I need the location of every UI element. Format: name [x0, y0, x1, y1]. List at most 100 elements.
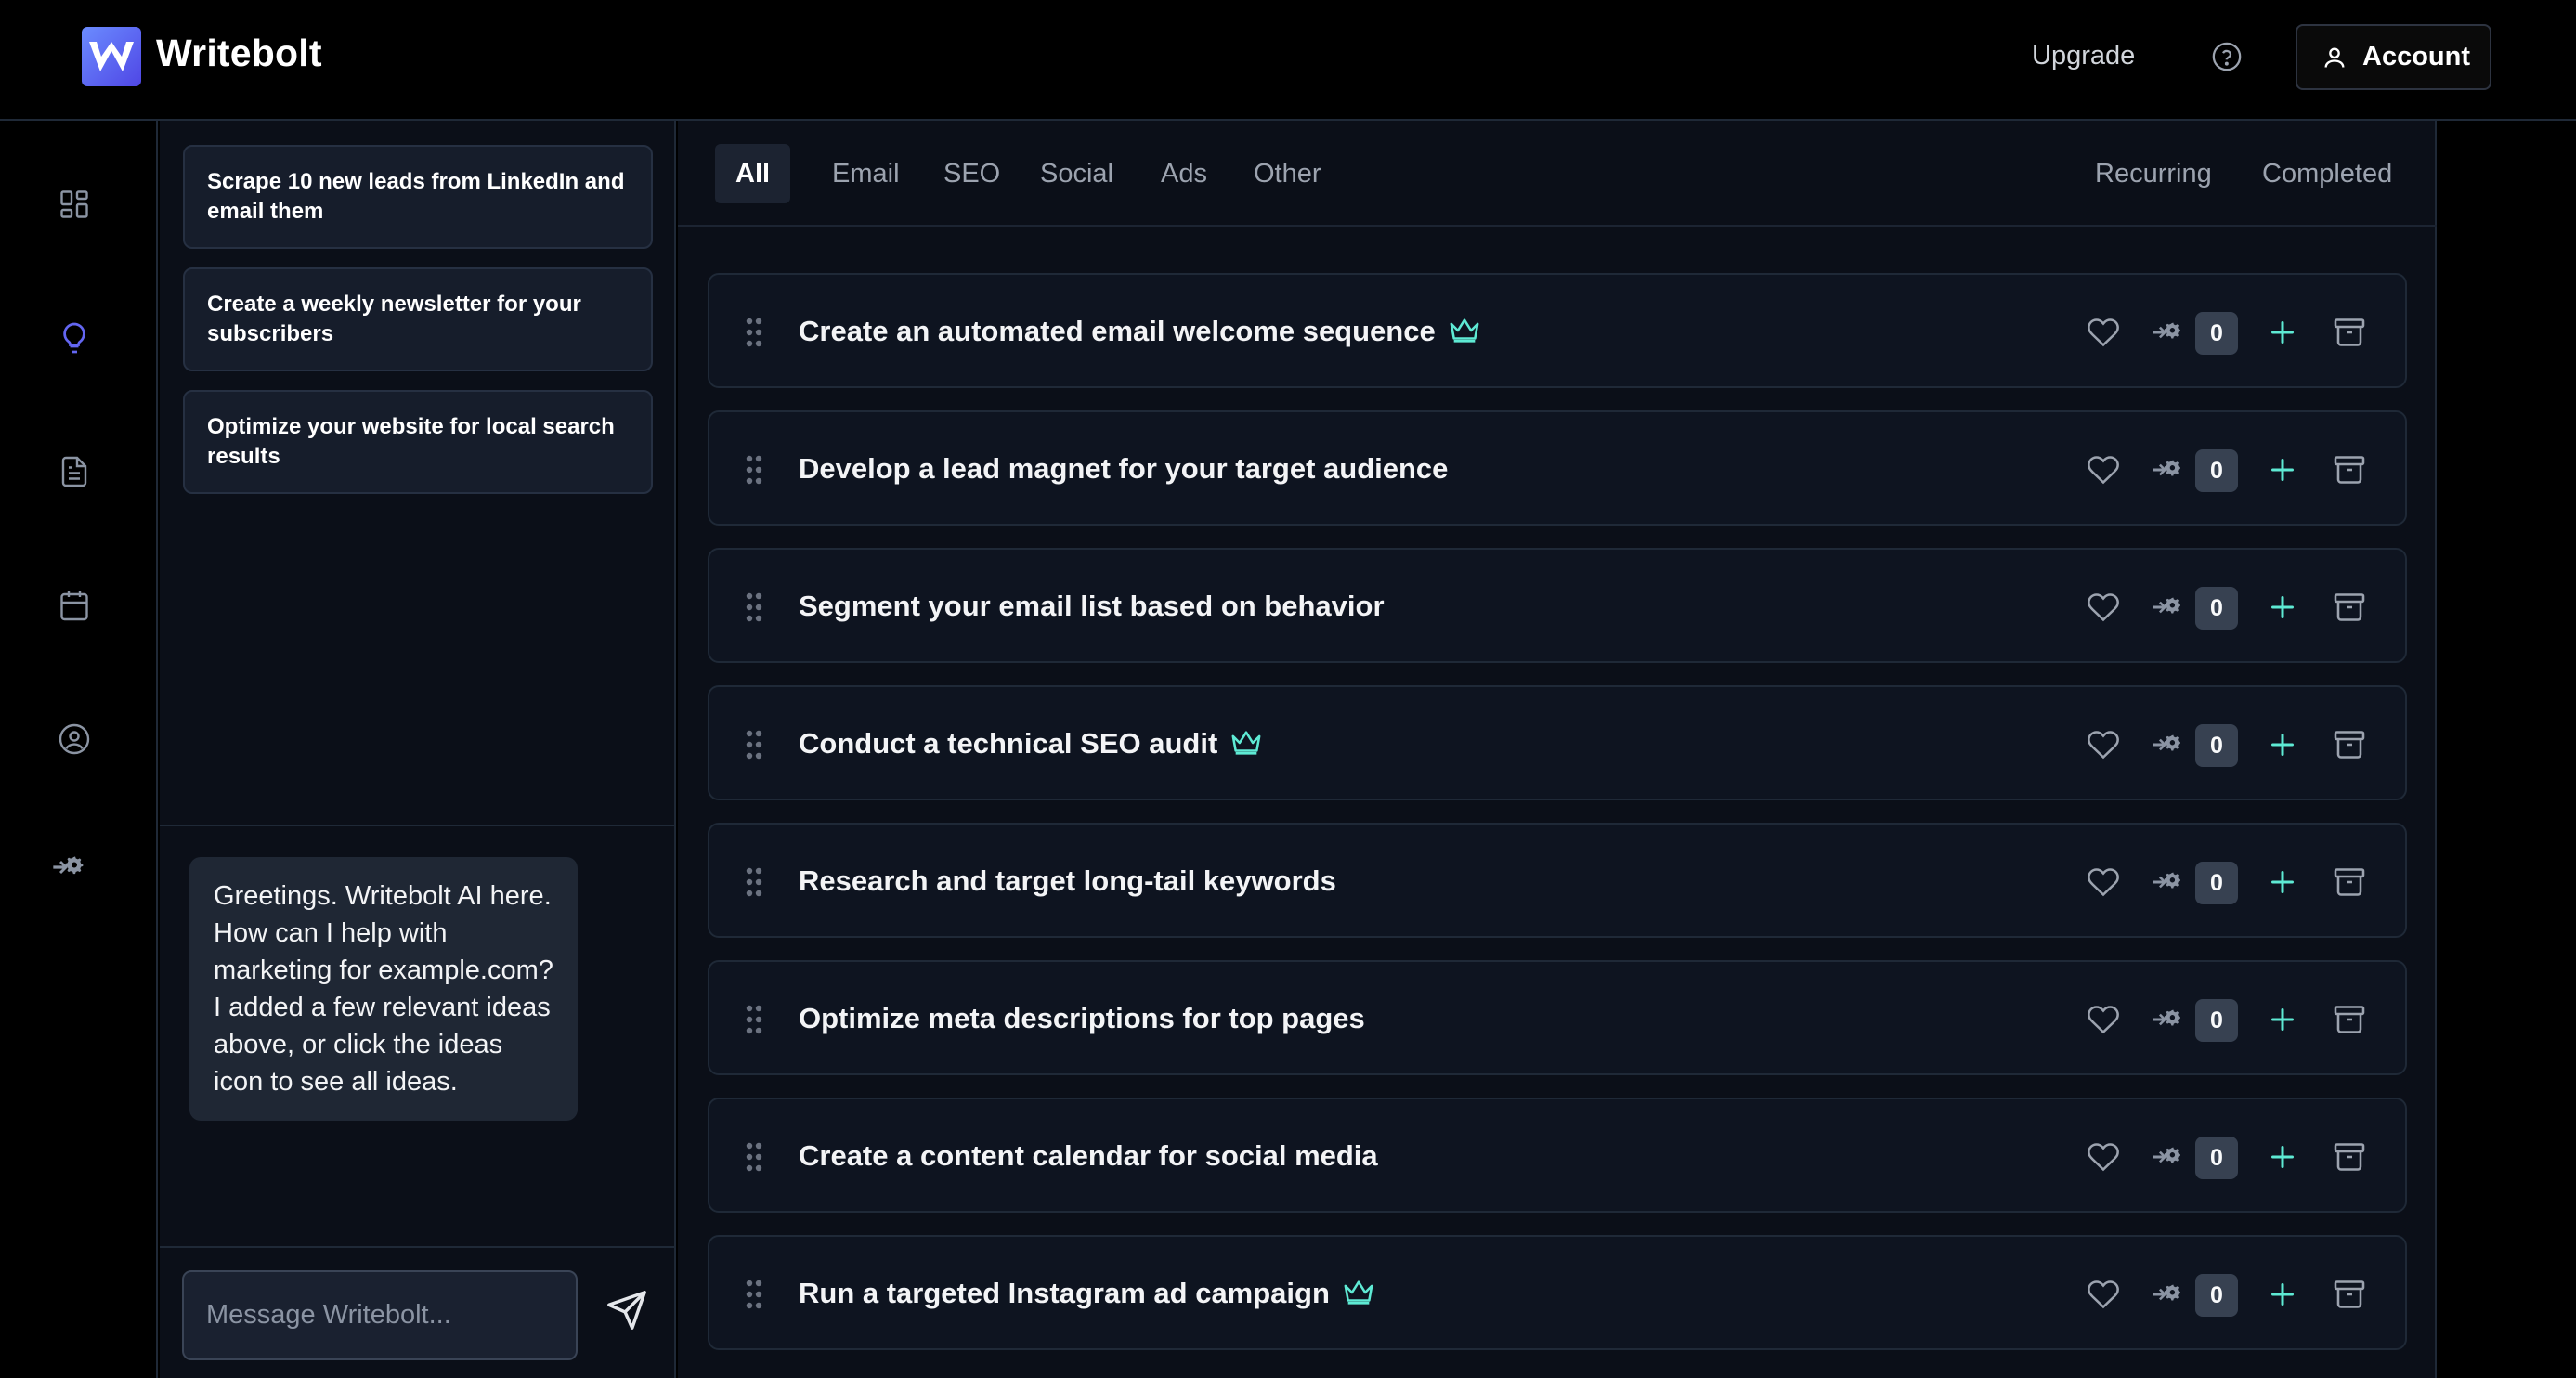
- task-title[interactable]: Research and target long-tail keywords: [799, 864, 1336, 898]
- drag-handle-icon[interactable]: [745, 592, 763, 622]
- tab-all[interactable]: All: [715, 144, 791, 203]
- message-input[interactable]: [182, 1270, 578, 1360]
- tab-ads[interactable]: Ads: [1140, 144, 1228, 203]
- automate-gear-icon[interactable]: [2151, 316, 2184, 349]
- divider: [160, 1246, 676, 1248]
- tab-recurring[interactable]: Recurring: [2075, 144, 2232, 203]
- premium-crown-icon: [1231, 731, 1261, 755]
- task-title-text: Research and target long-tail keywords: [799, 864, 1336, 897]
- task-title[interactable]: Conduct a technical SEO audit: [799, 727, 1262, 760]
- automate-gear-icon[interactable]: [2151, 591, 2184, 624]
- archive-icon[interactable]: [2333, 1003, 2366, 1036]
- archive-icon[interactable]: [2333, 453, 2366, 487]
- task-row[interactable]: Research and target long-tail keywords 0: [708, 823, 2407, 938]
- help-icon[interactable]: [2211, 41, 2243, 72]
- task-title[interactable]: Create an automated email welcome sequen…: [799, 315, 1480, 348]
- automate-gear-icon[interactable]: [2151, 1140, 2184, 1174]
- add-plus-icon[interactable]: [2266, 316, 2299, 349]
- add-plus-icon[interactable]: [2266, 865, 2299, 899]
- send-icon[interactable]: [605, 1289, 648, 1332]
- add-plus-icon[interactable]: [2266, 1278, 2299, 1311]
- archive-icon[interactable]: [2333, 316, 2366, 349]
- add-plus-icon[interactable]: [2266, 728, 2299, 761]
- tab-completed[interactable]: Completed: [2242, 144, 2413, 203]
- favorite-heart-icon[interactable]: [2087, 865, 2120, 899]
- favorite-heart-icon[interactable]: [2087, 728, 2120, 761]
- automate-gear-icon[interactable]: [2151, 728, 2184, 761]
- drag-handle-icon[interactable]: [745, 730, 763, 760]
- document-icon[interactable]: [58, 455, 91, 488]
- task-count-badge: 0: [2195, 724, 2238, 767]
- task-row[interactable]: Optimize meta descriptions for top pages…: [708, 960, 2407, 1075]
- left-nav-rail: [0, 121, 158, 1378]
- archive-icon[interactable]: [2333, 865, 2366, 899]
- add-plus-icon[interactable]: [2266, 1140, 2299, 1174]
- top-header: Writebolt Upgrade Account: [0, 0, 2576, 121]
- idea-card[interactable]: Optimize your website for local search r…: [183, 390, 653, 494]
- account-label: Account: [2362, 42, 2470, 72]
- task-title[interactable]: Segment your email list based on behavio…: [799, 590, 1385, 623]
- tab-seo[interactable]: SEO: [923, 144, 1021, 203]
- upgrade-link[interactable]: Upgrade: [2032, 41, 2135, 72]
- archive-icon[interactable]: [2333, 1140, 2366, 1174]
- task-row[interactable]: Conduct a technical SEO audit 0: [708, 685, 2407, 800]
- drag-handle-icon[interactable]: [745, 1005, 763, 1034]
- task-title-text: Create a content calendar for social med…: [799, 1139, 1378, 1172]
- automate-gear-icon[interactable]: [2151, 453, 2184, 487]
- automate-gear-icon[interactable]: [2151, 865, 2184, 899]
- favorite-heart-icon[interactable]: [2087, 591, 2120, 624]
- profile-circle-icon[interactable]: [58, 722, 91, 756]
- drag-handle-icon[interactable]: [745, 1280, 763, 1309]
- favorite-heart-icon[interactable]: [2087, 1140, 2120, 1174]
- task-row[interactable]: Create a content calendar for social med…: [708, 1098, 2407, 1213]
- task-row[interactable]: Create an automated email welcome sequen…: [708, 273, 2407, 388]
- task-title-text: Run a targeted Instagram ad campaign: [799, 1277, 1330, 1309]
- premium-crown-icon: [1450, 318, 1479, 343]
- idea-card[interactable]: Scrape 10 new leads from LinkedIn and em…: [183, 145, 653, 249]
- task-title-text: Segment your email list based on behavio…: [799, 590, 1385, 622]
- task-title[interactable]: Create a content calendar for social med…: [799, 1139, 1378, 1173]
- divider: [160, 825, 676, 826]
- w-logo-icon: [89, 42, 134, 72]
- brand-name[interactable]: Writebolt: [156, 32, 322, 75]
- task-row[interactable]: Run a targeted Instagram ad campaign 0: [708, 1235, 2407, 1350]
- drag-handle-icon[interactable]: [745, 1142, 763, 1172]
- user-icon: [2324, 47, 2345, 68]
- favorite-heart-icon[interactable]: [2087, 1003, 2120, 1036]
- integrations-gear-icon[interactable]: [50, 849, 87, 886]
- account-button[interactable]: Account: [2296, 24, 2491, 90]
- premium-crown-icon: [1344, 1280, 1373, 1305]
- ideas-chat-panel: Scrape 10 new leads from LinkedIn and em…: [160, 121, 676, 1378]
- archive-icon[interactable]: [2333, 1278, 2366, 1311]
- assistant-message-bubble: Greetings. Writebolt AI here. How can I …: [189, 857, 578, 1121]
- drag-handle-icon[interactable]: [745, 867, 763, 897]
- task-title[interactable]: Optimize meta descriptions for top pages: [799, 1002, 1365, 1035]
- task-title-text: Conduct a technical SEO audit: [799, 727, 1218, 760]
- writebolt-logo[interactable]: [82, 27, 141, 86]
- ideas-lightbulb-icon[interactable]: [58, 321, 91, 355]
- drag-handle-icon[interactable]: [745, 318, 763, 347]
- archive-icon[interactable]: [2333, 728, 2366, 761]
- automate-gear-icon[interactable]: [2151, 1003, 2184, 1036]
- automate-gear-icon[interactable]: [2151, 1278, 2184, 1311]
- drag-handle-icon[interactable]: [745, 455, 763, 485]
- task-count-badge: 0: [2195, 587, 2238, 630]
- add-plus-icon[interactable]: [2266, 591, 2299, 624]
- calendar-icon[interactable]: [58, 589, 91, 622]
- tab-other[interactable]: Other: [1233, 144, 1342, 203]
- dashboard-icon[interactable]: [58, 188, 91, 221]
- task-row[interactable]: Develop a lead magnet for your target au…: [708, 410, 2407, 526]
- favorite-heart-icon[interactable]: [2087, 453, 2120, 487]
- category-tabs: All Email SEO Social Ads Other Recurring…: [678, 121, 2437, 227]
- tab-email[interactable]: Email: [812, 144, 920, 203]
- task-title[interactable]: Develop a lead magnet for your target au…: [799, 452, 1448, 486]
- favorite-heart-icon[interactable]: [2087, 1278, 2120, 1311]
- add-plus-icon[interactable]: [2266, 453, 2299, 487]
- idea-card[interactable]: Create a weekly newsletter for your subs…: [183, 267, 653, 371]
- task-row[interactable]: Segment your email list based on behavio…: [708, 548, 2407, 663]
- task-title[interactable]: Run a targeted Instagram ad campaign: [799, 1277, 1374, 1310]
- tab-social[interactable]: Social: [1020, 144, 1134, 203]
- add-plus-icon[interactable]: [2266, 1003, 2299, 1036]
- archive-icon[interactable]: [2333, 591, 2366, 624]
- favorite-heart-icon[interactable]: [2087, 316, 2120, 349]
